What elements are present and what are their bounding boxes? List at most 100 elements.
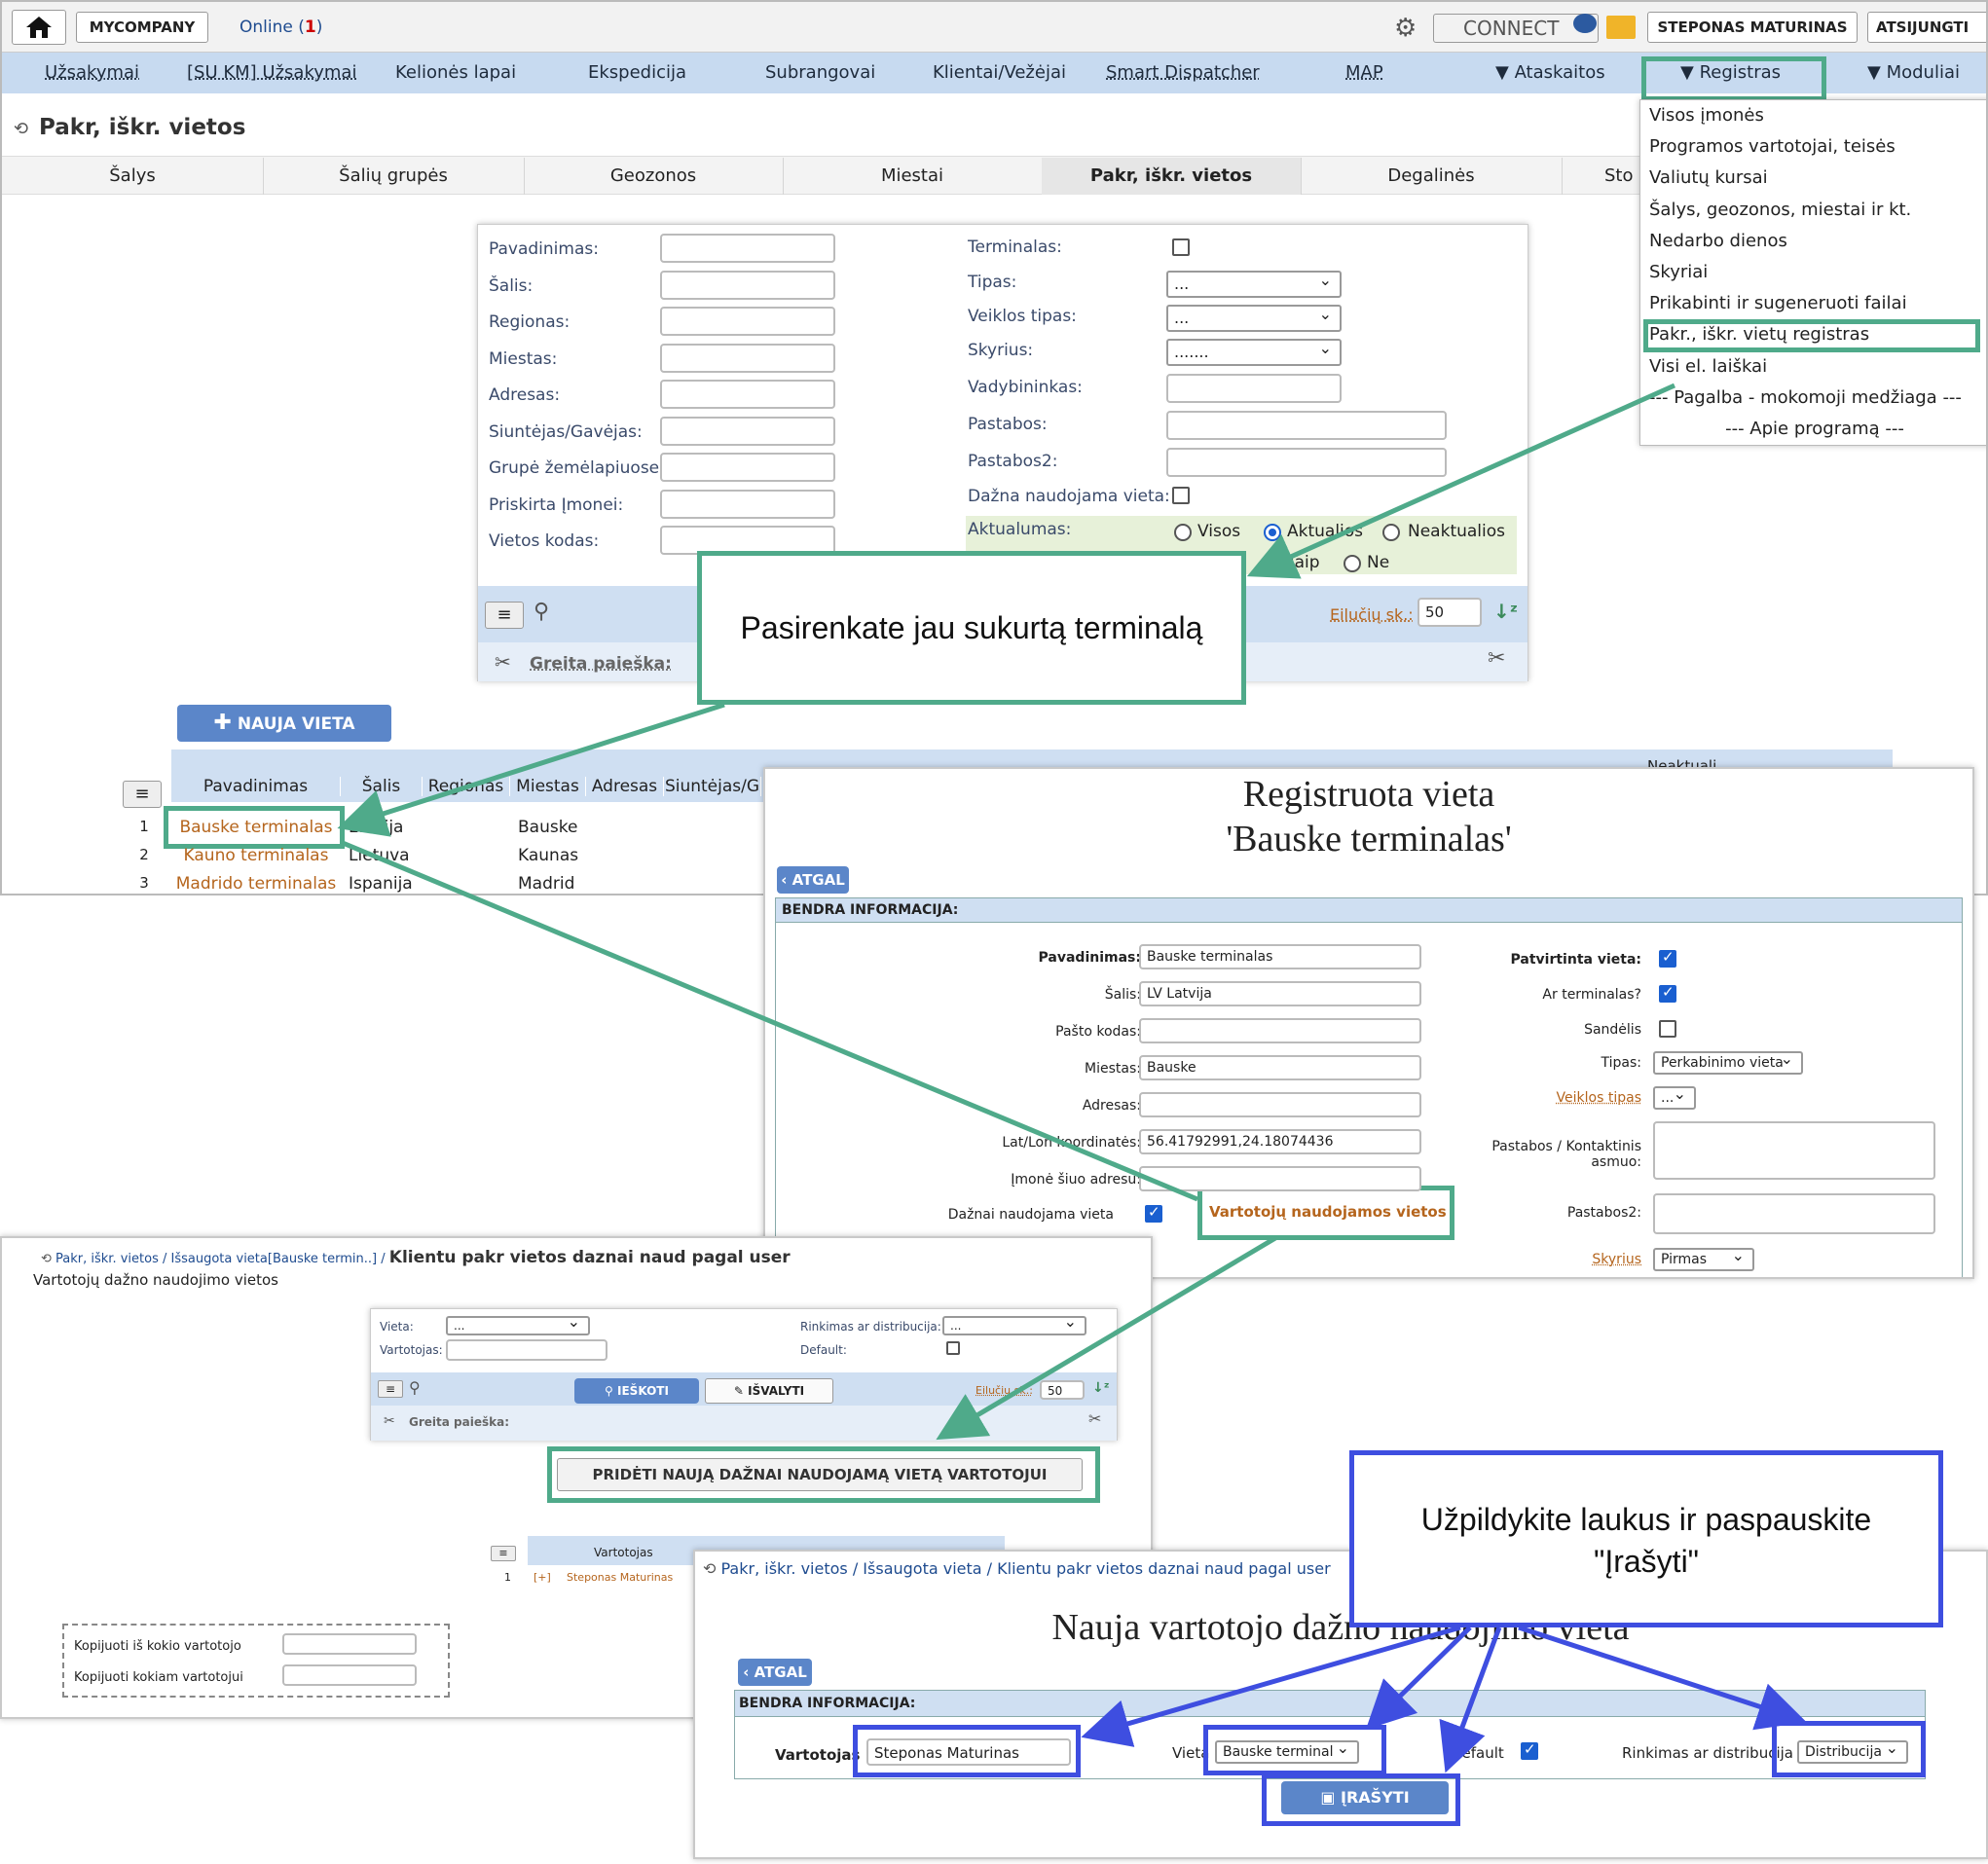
ar-terminalas-checkbox[interactable] [1659, 983, 1676, 1003]
tab-miestai[interactable]: Miestai [783, 158, 1043, 195]
radio-aktualios[interactable] [1264, 524, 1281, 541]
new-location-button[interactable]: ✚ NAUJA VIETA [177, 705, 391, 742]
registras-menu-item-0[interactable]: Visos įmonės [1649, 105, 1764, 126]
skyrius-select[interactable]: Pirmas [1653, 1246, 1754, 1271]
pastabos2-input[interactable] [1166, 448, 1447, 477]
nf-breadcrumb-2[interactable]: Išsaugota vieta [863, 1559, 981, 1578]
chat-icon[interactable] [1573, 14, 1597, 33]
home-button[interactable] [12, 10, 66, 45]
sandelis-checkbox[interactable] [1659, 1020, 1676, 1038]
freq-clear-icon[interactable]: ✂ [1088, 1409, 1101, 1428]
nav-ataskaitos[interactable]: ▼ Ataskaitos [1495, 62, 1605, 83]
nf-back-button[interactable]: ‹ ATGAL [738, 1659, 812, 1686]
nav-klientai[interactable]: Klientai/Vežėjai [933, 62, 1066, 83]
nav-uzsakymai[interactable]: Užsakymai [45, 62, 139, 83]
dazna-vieta-checkbox[interactable] [1172, 487, 1190, 504]
filter-input-7[interactable] [660, 489, 835, 519]
nav-keliones-lapai[interactable]: Kelionės lapai [395, 62, 516, 83]
registras-menu-item-6[interactable]: Prikabinti ir sugeneruoti failai [1649, 293, 1907, 313]
patvirtinta-checkbox[interactable] [1659, 948, 1676, 968]
table-row-name[interactable]: Kauno terminalas [171, 846, 341, 865]
registras-menu-item-8[interactable]: Visi el. laiškai [1649, 356, 1767, 377]
user-button[interactable]: STEPONAS MATURINAS [1647, 12, 1858, 43]
registras-menu-item-9[interactable]: --- Pagalba - mokomoji medžiaga --- [1649, 387, 1962, 408]
tab-pakr-iskr-vietos[interactable]: Pakr, iškr. vietos [1042, 158, 1302, 195]
vartotojas-input[interactable] [446, 1339, 607, 1361]
breadcrumb-link-1[interactable]: Pakr, iškr. vietos [55, 1252, 159, 1266]
nav-smart-dispatcher[interactable]: Smart Dispatcher [1106, 62, 1260, 83]
tipas-select[interactable]: Perkabinimo vieta [1653, 1049, 1803, 1075]
rinkimas-select[interactable]: ... [942, 1314, 1086, 1335]
freq-zoom-icon[interactable]: ⚲ [409, 1378, 421, 1397]
dazna-vieta-checkbox[interactable] [1145, 1203, 1162, 1223]
reg-field-0[interactable]: Bauske terminalas [1139, 944, 1421, 969]
company-button[interactable]: MYCOMPANY [76, 12, 208, 43]
table-row-name[interactable]: Madrido terminalas [171, 874, 341, 894]
registras-menu-item-7[interactable]: Pakr., iškr. vietų registras [1649, 324, 1869, 345]
clear-button[interactable]: ✎ IŠVALYTI [705, 1378, 833, 1404]
pastabos-input[interactable] [1166, 411, 1447, 440]
nav-su-km-uzsakymai[interactable]: [SU KM] Užsakymai [187, 62, 356, 83]
freq-menu-icon[interactable]: ≡ [378, 1380, 403, 1398]
filter-input-4[interactable] [660, 380, 835, 409]
gear-icon[interactable]: ⚙ [1394, 14, 1417, 43]
reg-field-6[interactable] [1139, 1166, 1421, 1191]
pastabos-textarea[interactable] [1653, 1121, 1935, 1180]
reg-field-4[interactable] [1139, 1092, 1421, 1117]
nf-breadcrumb-3[interactable]: Klientu pakr vietos daznai naud pagal us… [997, 1559, 1331, 1578]
reg-field-2[interactable] [1139, 1018, 1421, 1043]
copy-from-input[interactable] [282, 1633, 417, 1655]
freq-table-menu-icon[interactable]: ≡ [491, 1546, 516, 1561]
online-status[interactable]: Online (1) [239, 18, 322, 37]
registras-menu-item-2[interactable]: Valiutų kursai [1649, 167, 1768, 188]
tab-salys[interactable]: Šalys [2, 158, 264, 195]
nf-breadcrumb-1[interactable]: Pakr, iškr. vietos [721, 1559, 848, 1578]
filter-input-1[interactable] [660, 270, 835, 300]
copy-to-input[interactable] [282, 1664, 417, 1686]
veiklos-tipas-select[interactable]: ... [1166, 303, 1342, 332]
filter-input-3[interactable] [660, 343, 835, 373]
clear-icon[interactable]: ✂ [1488, 646, 1505, 671]
nav-ekspedicija[interactable]: Ekspedicija [588, 62, 686, 83]
freq-row-user[interactable]: Steponas Maturinas [567, 1571, 673, 1584]
sort-icon[interactable]: ↓ᶻ [1493, 600, 1518, 623]
table-row-name[interactable]: Bauske terminalas [171, 818, 341, 837]
vieta-select[interactable]: ... [446, 1314, 590, 1335]
nav-map[interactable]: MAP [1345, 62, 1383, 83]
pastabos2-textarea[interactable] [1653, 1193, 1935, 1234]
vadybininkas-input[interactable] [1166, 374, 1342, 403]
reg-field-5[interactable]: 56.41792991,24.18074436 [1139, 1129, 1421, 1154]
tab-saliu-grupes[interactable]: Šalių grupės [263, 158, 525, 195]
search-button[interactable]: ⚲ IEŠKOTI [574, 1378, 699, 1404]
nf-default-checkbox[interactable] [1521, 1740, 1538, 1760]
freq-row-expand[interactable]: [+] [534, 1571, 551, 1584]
freq-sort-icon[interactable]: ↓ᶻ [1092, 1380, 1110, 1396]
nav-moduliai[interactable]: ▼ Moduliai [1867, 62, 1960, 83]
radio-taip[interactable] [1264, 555, 1281, 572]
filter-menu-icon[interactable]: ≡ [485, 602, 524, 629]
filter-input-0[interactable] [660, 234, 835, 263]
logout-button[interactable]: ATSIJUNGTI [1867, 12, 1986, 43]
registras-menu-item-5[interactable]: Skyriai [1649, 262, 1708, 282]
radio-neaktualios[interactable] [1382, 524, 1400, 541]
registras-menu-item-3[interactable]: Šalys, geozonos, miestai ir kt. [1649, 200, 1911, 220]
tipas-select[interactable]: ... [1166, 269, 1342, 298]
filter-input-2[interactable] [660, 307, 835, 336]
registras-menu-item-1[interactable]: Programos vartotojai, teisės [1649, 136, 1896, 157]
filter-input-5[interactable] [660, 416, 835, 446]
breadcrumb-link-2[interactable]: Išsaugota vieta[Bauske termin..] [171, 1252, 378, 1266]
back-button[interactable]: ‹ ATGAL [777, 866, 849, 894]
terminalas-checkbox[interactable] [1172, 238, 1190, 256]
radio-ne[interactable] [1344, 555, 1361, 572]
radio-visos[interactable] [1174, 524, 1192, 541]
veiklos-tipas-select[interactable]: ... [1653, 1084, 1696, 1110]
eiluciu-input[interactable]: 50 [1417, 598, 1482, 627]
reg-field-1[interactable]: LV Latvija [1139, 981, 1421, 1006]
reg-field-3[interactable]: Bauske [1139, 1055, 1421, 1080]
nav-subrangovai[interactable]: Subrangovai [765, 62, 875, 83]
registras-menu-item-4[interactable]: Nedarbo dienos [1649, 231, 1787, 251]
zoom-icon[interactable]: ⚲ [534, 600, 549, 624]
tab-geozonos[interactable]: Geozonos [524, 158, 784, 195]
folder-icon[interactable] [1606, 16, 1636, 39]
freq-eiluciu-input[interactable]: 50 [1040, 1380, 1085, 1400]
